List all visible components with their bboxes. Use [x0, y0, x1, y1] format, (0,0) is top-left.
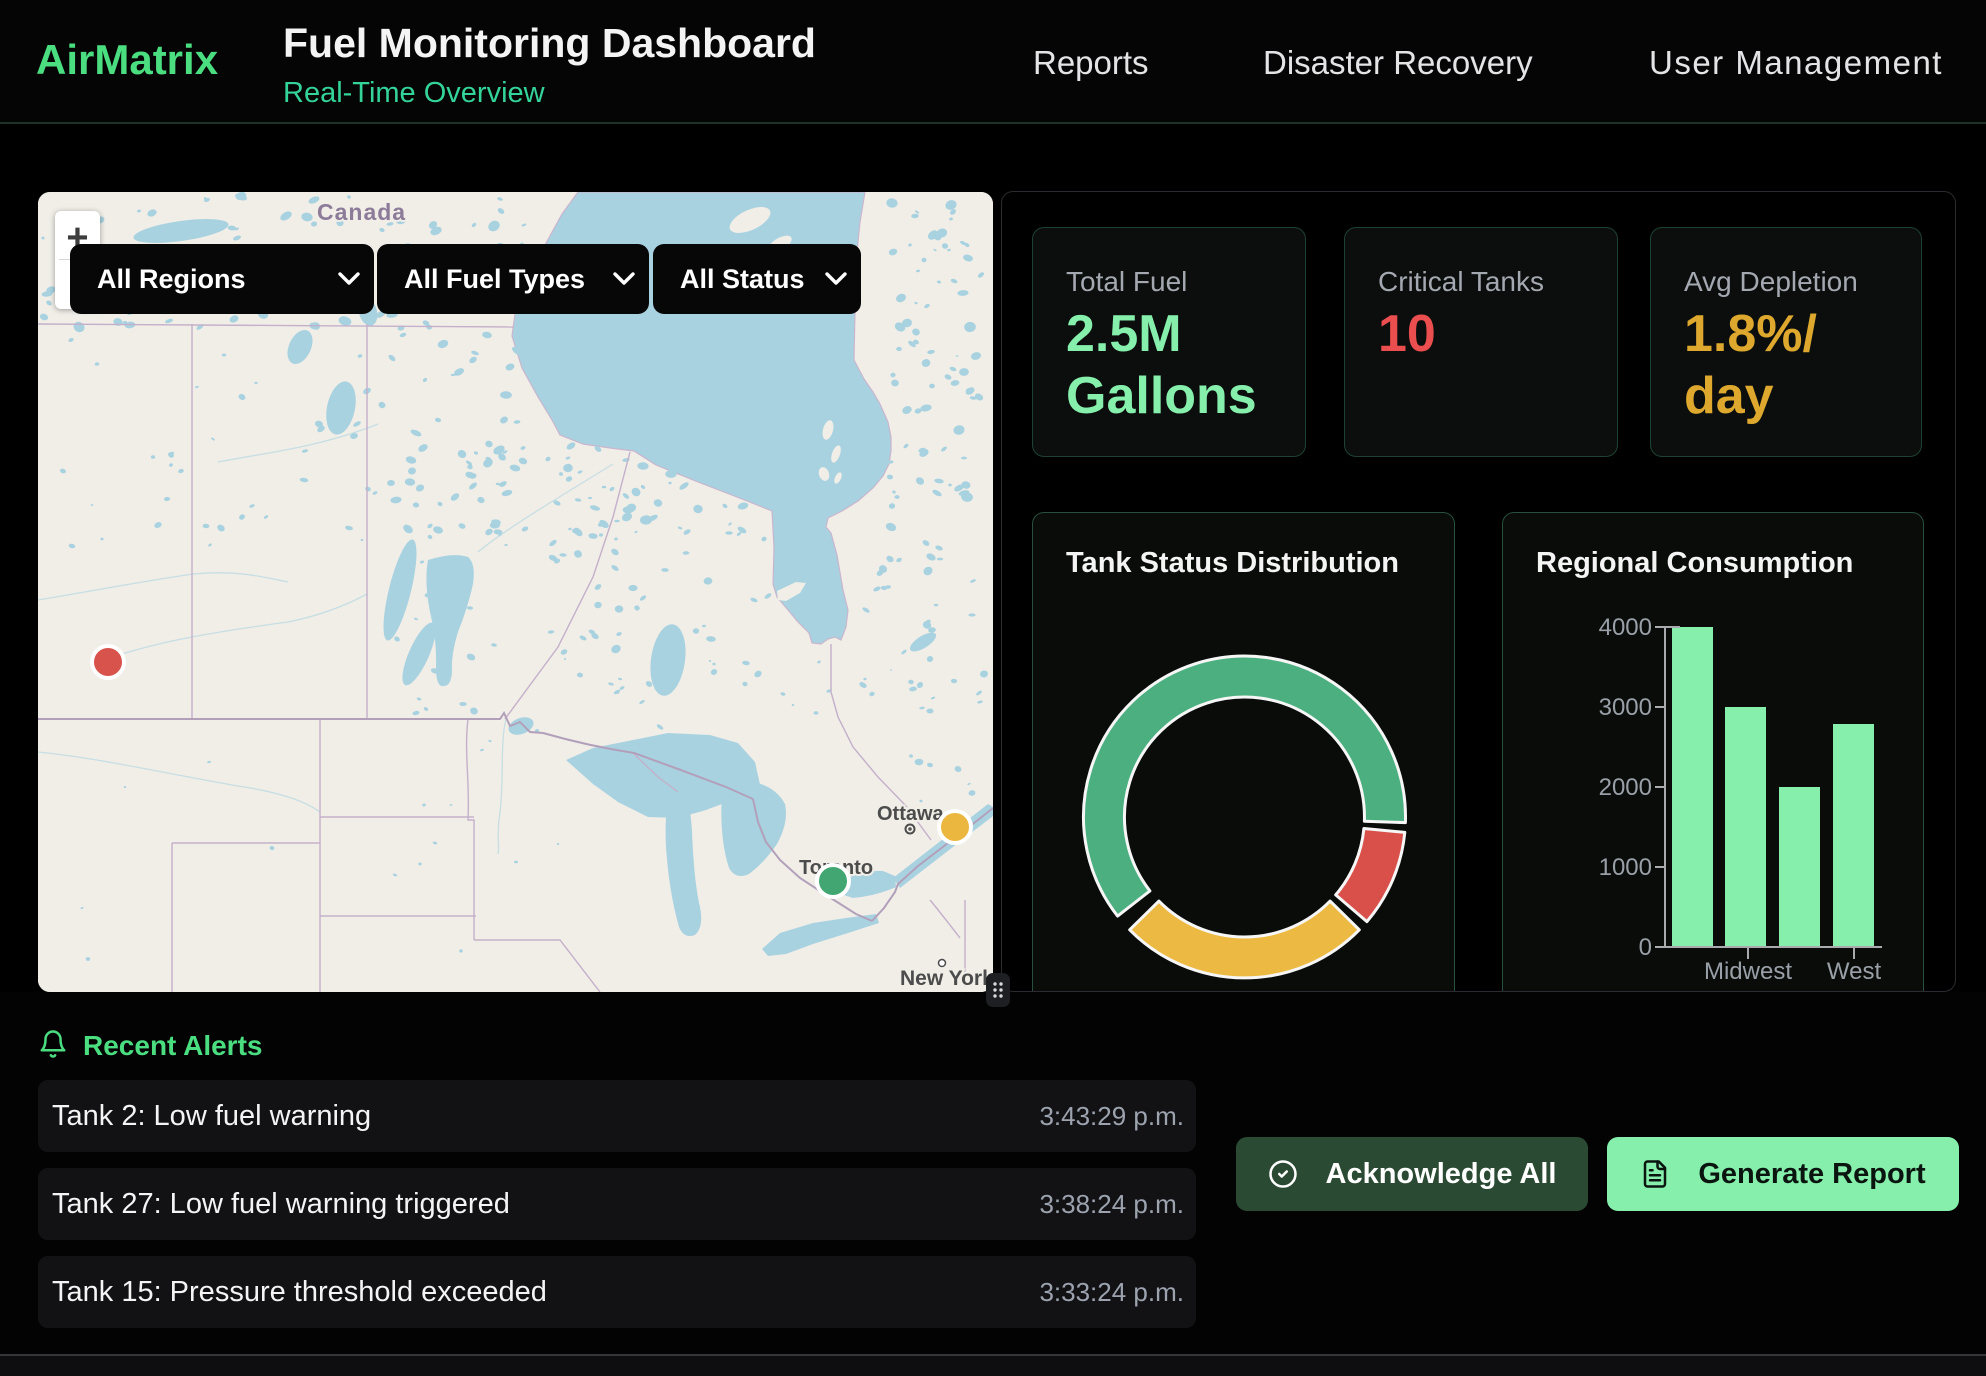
svg-text:3000: 3000 [1599, 694, 1652, 721]
svg-text:New York: New York [900, 967, 993, 990]
svg-text:Canada: Canada [317, 199, 406, 225]
svg-text:Ottawa: Ottawa [877, 803, 945, 825]
svg-text:2000: 2000 [1599, 774, 1652, 801]
svg-text:Midwest: Midwest [1704, 958, 1792, 985]
svg-text:West: West [1827, 958, 1882, 985]
svg-text:1000: 1000 [1599, 854, 1652, 881]
svg-text:4000: 4000 [1599, 614, 1652, 641]
svg-text:0: 0 [1639, 934, 1652, 961]
